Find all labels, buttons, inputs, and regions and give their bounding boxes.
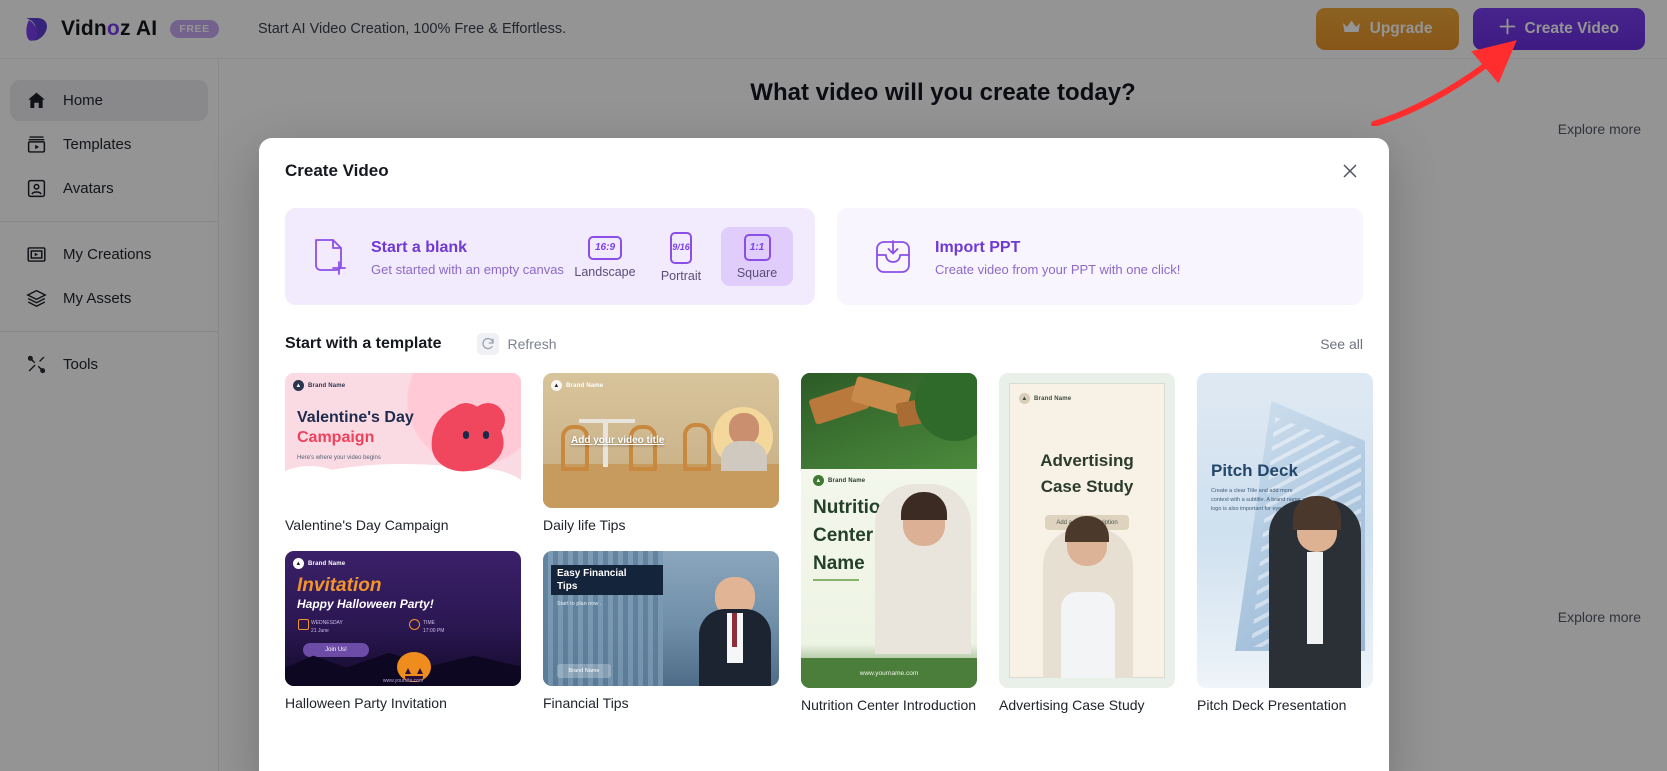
template-card-pitch-deck[interactable]: Pitch Deck Create a clear Title and add …: [1197, 373, 1373, 713]
start-blank-text: Start a blank Get started with an empty …: [371, 236, 564, 277]
template-caption: Halloween Party Invitation: [285, 695, 447, 711]
template-cta: Join Us!: [303, 643, 369, 657]
import-ppt-subtitle: Create video from your PPT with one clic…: [935, 262, 1181, 277]
ratio-label-portrait: Portrait: [660, 268, 702, 283]
import-ppt-text: Import PPT Create video from your PPT wi…: [935, 236, 1180, 277]
ratio-label-square: Square: [736, 266, 778, 280]
template-column-1: ▲ Brand Name Valentine's Day Campaign Her…: [285, 373, 521, 713]
template-card-daily-life[interactable]: ▲ Brand Name Add your video title Daily l…: [543, 373, 779, 533]
thumbnail: ▲ Brand Name Valentine's Day Campaign Her…: [285, 373, 521, 508]
thumbnail: ▲Brand Name Advertising Case Study Add a…: [999, 373, 1175, 688]
see-all-link[interactable]: See all: [1320, 336, 1363, 352]
app-root: Vidnoz AI FREE Start AI Video Creation, …: [0, 0, 1667, 771]
modal-header: Create Video: [259, 138, 1389, 184]
template-heading: Easy Financial: [557, 568, 627, 579]
template-caption: Advertising Case Study: [999, 697, 1145, 713]
template-heading: Pitch Deck: [1211, 461, 1298, 480]
template-url: www.yoursite.com: [382, 678, 424, 684]
ratio-portrait[interactable]: 9/16 Portrait: [645, 225, 717, 289]
landscape-icon: 16:9: [588, 235, 622, 260]
template-heading-2: Center: [813, 525, 874, 546]
template-column-5: Pitch Deck Create a clear Title and add …: [1197, 373, 1373, 713]
template-caption: Nutrition Center Introduction: [801, 697, 977, 713]
template-sub: Start to plan now .: [557, 601, 602, 607]
import-ppt-card[interactable]: Import PPT Create video from your PPT wi…: [837, 208, 1363, 305]
templates-section-header: Start with a template Refresh See all: [285, 333, 1363, 355]
template-card-nutrition[interactable]: ▲ Brand Name Nutrition Center Name www.yo…: [801, 373, 977, 713]
template-heading: Invitation: [297, 575, 382, 596]
template-heading: Valentine's Day: [297, 409, 414, 426]
template-caption: Financial Tips: [543, 695, 629, 711]
modal-body: Start a blank Get started with an empty …: [259, 184, 1389, 713]
ratio-square[interactable]: 1:1 Square: [721, 227, 793, 286]
template-card-advertising[interactable]: ▲ Brand Name Advertising Case Study Add a…: [999, 373, 1175, 713]
start-blank-subtitle: Get started with an empty canvas: [371, 262, 564, 277]
template-sub: Here's where your video begins: [297, 455, 381, 461]
template-heading: Advertising: [1040, 451, 1134, 470]
template-card-valentines[interactable]: ▲ Brand Name Valentine's Day Campaign Her…: [285, 373, 521, 533]
template-brand: Brand Name: [557, 664, 611, 678]
create-video-modal: Create Video Start a blank Get started w…: [259, 138, 1389, 771]
thumbnail: ▲ Brand Name Nutrition Center Name www.yo…: [801, 373, 977, 688]
template-heading-2: Case Study: [1040, 477, 1134, 496]
template-caption: Valentine's Day Campaign: [285, 517, 449, 533]
template-card-financial[interactable]: Easy Financial Tips Start to plan now . …: [543, 551, 779, 711]
template-card-halloween[interactable]: ▲ Brand Name Invitation Happy Halloween P…: [285, 551, 521, 711]
template-column-3: ▲ Brand Name Nutrition Center Name www.yo…: [801, 373, 977, 713]
template-heading-3: Name: [813, 553, 865, 574]
start-blank-title: Start a blank: [371, 239, 468, 256]
square-icon: 1:1: [743, 234, 771, 261]
aspect-ratio-options: 16:9 Landscape 9/16 Portrait 1:1 Square: [569, 225, 793, 289]
ratio-landscape[interactable]: 16:9 Landscape: [569, 229, 641, 285]
template-url: www.yourname.com: [801, 658, 977, 688]
template-column-2: ▲ Brand Name Add your video title Daily l…: [543, 373, 779, 713]
refresh-icon: [477, 333, 500, 355]
template-overlay-text: Add your video title: [571, 435, 665, 446]
import-icon: [871, 235, 915, 279]
template-heading-2: Campaign: [297, 429, 375, 446]
start-blank-card[interactable]: Start a blank Get started with an empty …: [285, 208, 815, 305]
template-caption: Pitch Deck Presentation: [1197, 697, 1347, 713]
new-file-icon: [307, 235, 351, 279]
thumbnail: ▲ Brand Name Add your video title: [543, 373, 779, 508]
import-ppt-title: Import PPT: [935, 239, 1021, 256]
template-column-4: ▲ Brand Name Advertising Case Study Add a…: [999, 373, 1175, 713]
close-icon[interactable]: [1337, 158, 1363, 184]
template-heading-2: Happy Halloween Party!: [297, 597, 434, 611]
thumbnail: ▲ Brand Name Invitation Happy Halloween P…: [285, 551, 521, 686]
ratio-label-landscape: Landscape: [574, 264, 636, 279]
template-grid: ▲ Brand Name Valentine's Day Campaign Her…: [285, 373, 1373, 713]
modal-title: Create Video: [285, 161, 389, 180]
thumbnail: Easy Financial Tips Start to plan now . …: [543, 551, 779, 686]
templates-section-title: Start with a template: [285, 335, 442, 352]
thumbnail: Pitch Deck Create a clear Title and add …: [1197, 373, 1373, 688]
portrait-icon: 9/16: [670, 231, 692, 264]
creation-options: Start a blank Get started with an empty …: [285, 208, 1363, 305]
template-caption: Daily life Tips: [543, 517, 626, 533]
template-heading-2: Tips: [557, 581, 578, 592]
refresh-button[interactable]: Refresh: [477, 333, 557, 355]
refresh-label: Refresh: [507, 336, 557, 352]
